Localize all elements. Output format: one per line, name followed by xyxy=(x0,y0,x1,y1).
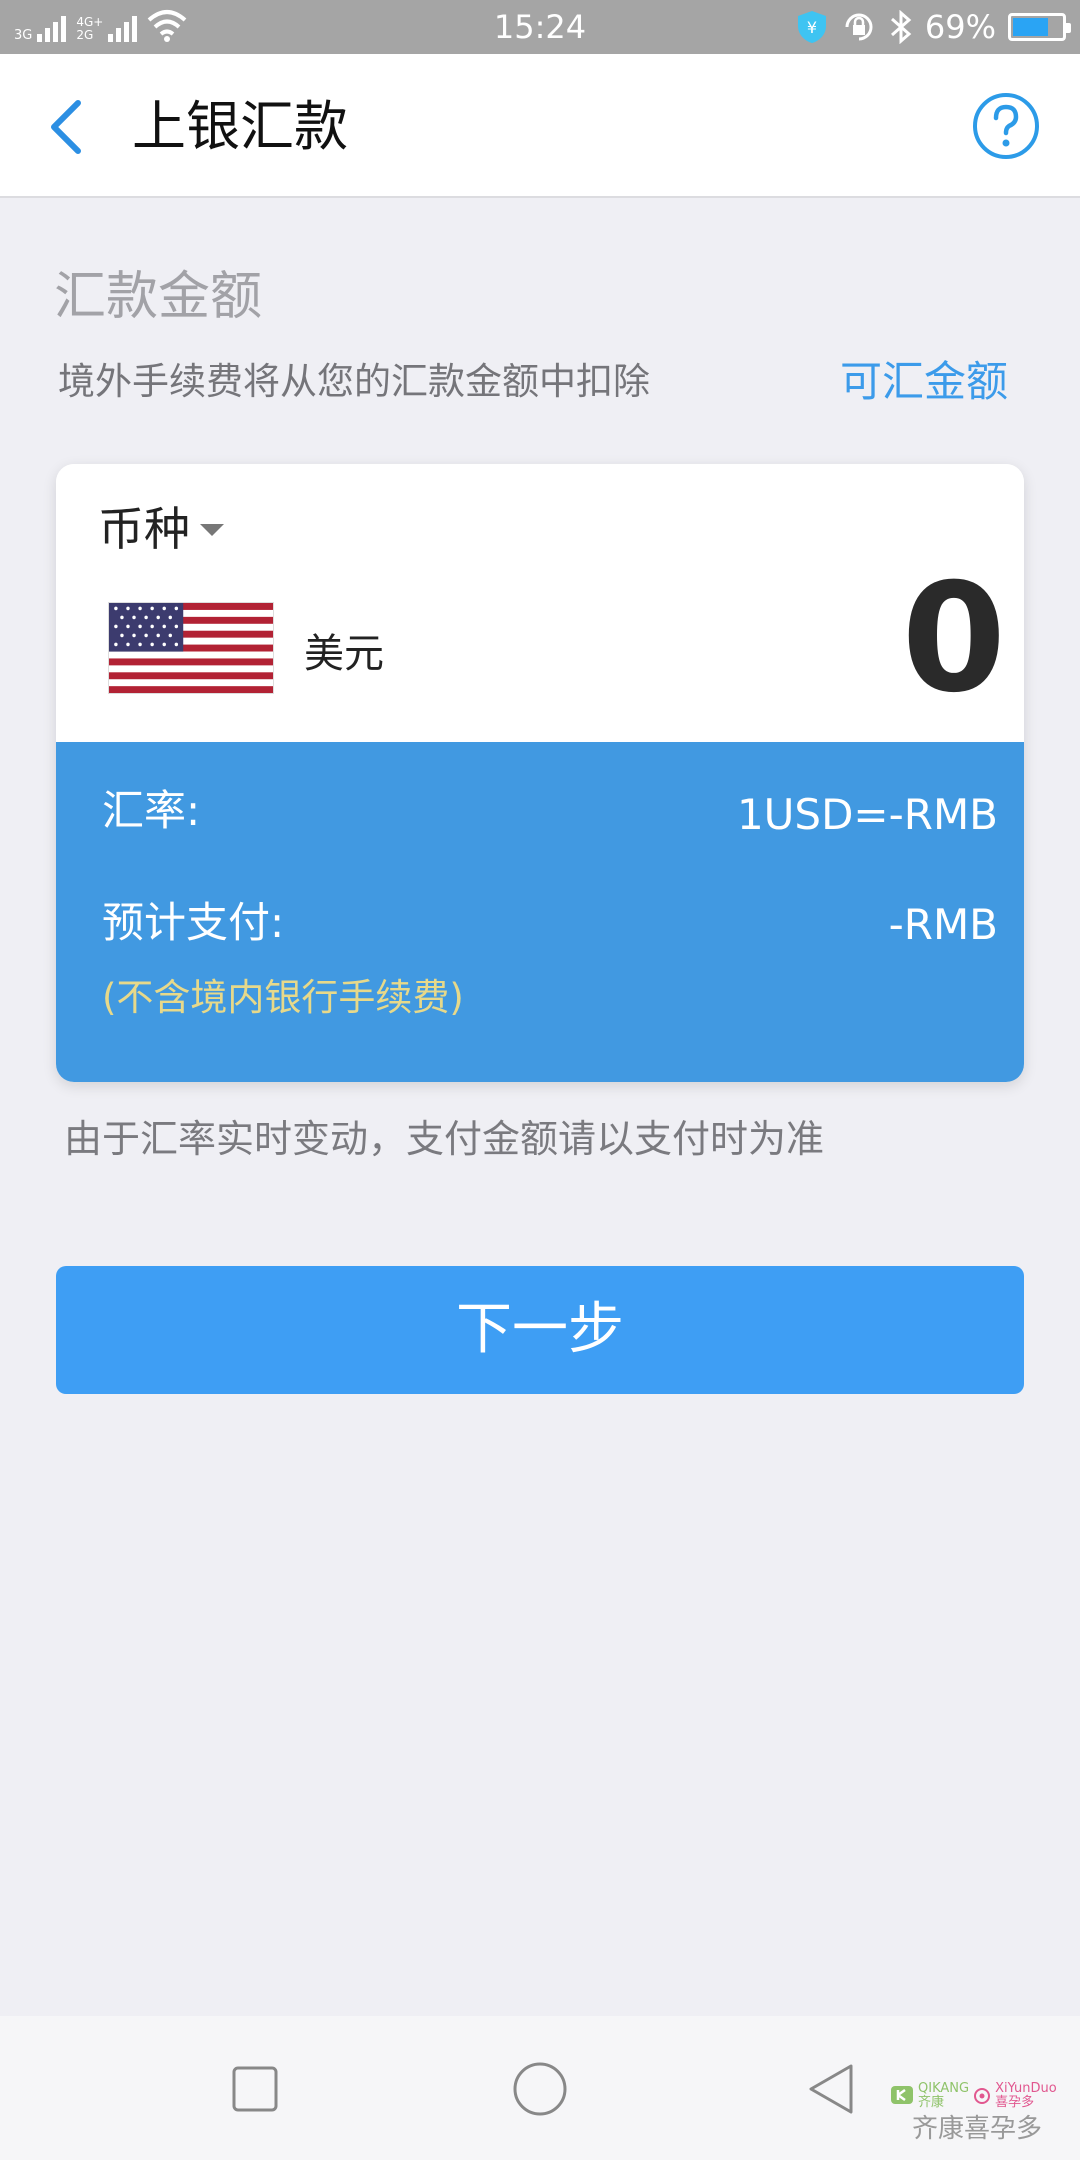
home-button[interactable] xyxy=(505,2054,575,2124)
estimated-pay-label: 预计支付: xyxy=(102,898,285,947)
rate-label: 汇率: xyxy=(102,786,201,835)
rate-value: 1USD=-RMB xyxy=(736,790,998,839)
watermark: QIKANG 齐康 XiYunDuo 喜孕多 齐康喜孕多 xyxy=(890,2082,1070,2152)
app-header: 上银汇款 xyxy=(0,54,1080,198)
us-flag-icon xyxy=(108,602,274,694)
qikang-logo-icon xyxy=(891,2086,913,2104)
question-circle-icon xyxy=(973,93,1039,159)
battery-icon xyxy=(1008,13,1071,41)
bluetooth-icon xyxy=(890,10,912,44)
pay-note: (不含境内银行手续费) xyxy=(102,976,464,1019)
rate-panel: 汇率: 1USD=-RMB 预计支付: -RMB (不含境内银行手续费) xyxy=(56,742,1024,1082)
status-bar: 3G 4G+ 2G 15:24 ¥ 69% xyxy=(0,0,1080,54)
estimated-pay-value: -RMB xyxy=(888,900,998,949)
currency-panel: 币种 美元 0 xyxy=(56,464,1024,742)
currency-selector[interactable]: 币种 xyxy=(98,498,226,560)
currency-name: 美元 xyxy=(304,631,384,677)
svg-text:¥: ¥ xyxy=(807,18,817,37)
watermark-text: 齐康喜孕多 xyxy=(912,2114,1043,2144)
recents-button[interactable] xyxy=(220,2054,290,2124)
available-amount-link[interactable]: 可汇金额 xyxy=(840,354,1008,410)
back-button[interactable] xyxy=(36,92,96,162)
status-right-icons: ¥ 69% xyxy=(795,6,1071,48)
caret-down-icon xyxy=(200,524,224,536)
watermark-brand1: QIKANG xyxy=(918,2081,970,2096)
help-button[interactable] xyxy=(972,92,1040,160)
section-title: 汇款金额 xyxy=(54,267,263,327)
rate-disclaimer: 由于汇率实时变动，支付金额请以支付时为准 xyxy=(64,1117,825,1161)
system-nav-bar: QIKANG 齐康 XiYunDuo 喜孕多 齐康喜孕多 xyxy=(0,2016,1080,2160)
chevron-left-icon xyxy=(51,100,81,154)
amount-input[interactable]: 0 xyxy=(902,554,1006,724)
back-nav-button[interactable] xyxy=(795,2054,865,2124)
watermark-brand2-sub: 喜孕多 xyxy=(995,2095,1035,2110)
currency-label: 币种 xyxy=(98,502,190,556)
square-recents-icon xyxy=(232,2066,278,2112)
remittance-card: 币种 美元 0 汇率: 1USD=-RMB 预计支付: -RMB (不含境内银行… xyxy=(56,464,1024,1082)
next-step-button[interactable]: 下一步 xyxy=(56,1266,1024,1394)
fee-note: 境外手续费将从您的汇款金额中扣除 xyxy=(58,360,650,403)
watermark-brand2: XiYunDuo xyxy=(995,2081,1057,2096)
battery-fill xyxy=(1013,18,1048,36)
triangle-back-icon xyxy=(809,2064,853,2114)
watermark-logo: QIKANG 齐康 XiYunDuo 喜孕多 xyxy=(890,2082,1057,2110)
battery-percent: 69% xyxy=(924,8,996,46)
xiyunduo-logo-icon xyxy=(974,2088,991,2104)
watermark-brand1-sub: 齐康 xyxy=(918,2095,945,2110)
page-title: 上银汇款 xyxy=(132,95,348,158)
shield-yen-icon: ¥ xyxy=(797,11,826,43)
circle-home-icon xyxy=(513,2062,567,2116)
lock-rotation-icon xyxy=(845,13,873,41)
